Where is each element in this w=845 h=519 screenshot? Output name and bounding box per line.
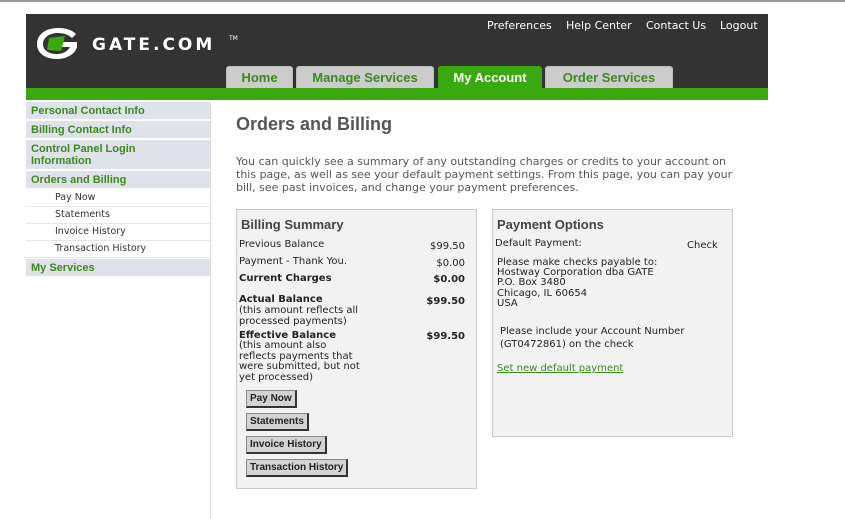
effective-note-line-4: yet processed) <box>239 372 313 384</box>
transaction-history-button[interactable]: Transaction History <box>246 459 349 477</box>
tab-my-account[interactable]: My Account <box>438 66 542 88</box>
sidebar-item-control-panel-line1: Control Panel Login <box>31 143 136 155</box>
default-payment-value: Check <box>687 240 718 251</box>
payment-label: Payment - Thank You. <box>239 256 348 267</box>
sidebar: Personal Contact Info Billing Contact In… <box>26 102 210 278</box>
previous-balance-label: Previous Balance <box>239 239 325 250</box>
current-charges-label: Current Charges <box>239 273 332 284</box>
intro-line-2: this page, as well as see your default p… <box>236 168 733 182</box>
invoice-history-button[interactable]: Invoice History <box>246 436 327 454</box>
sidebar-item-my-services[interactable]: My Services <box>26 259 210 276</box>
previous-balance-value: $99.50 <box>430 241 465 252</box>
actual-note-line-2: processed payments) <box>239 315 347 327</box>
check-address: Please make checks payable to: Hostway C… <box>497 257 657 309</box>
top-rule <box>0 0 845 2</box>
logo-trademark: TM <box>229 35 238 42</box>
account-note-line-2: (GT0472861) on the check <box>500 339 634 350</box>
payment-value: $0.00 <box>436 258 465 269</box>
intro-text: You can quickly see a summary of any out… <box>236 155 761 195</box>
sidebar-item-orders-billing[interactable]: Orders and Billing <box>26 171 210 188</box>
tab-manage-services[interactable]: Manage Services <box>296 66 434 88</box>
logo-text[interactable]: GATE.COM <box>92 35 215 55</box>
account-note-line-1: Please include your Account Number <box>500 326 685 337</box>
sidebar-item-control-panel-line2: Information <box>31 155 92 167</box>
site-header: GATE.COM TM Preferences Help Center Cont… <box>26 14 768 88</box>
billing-summary-title: Billing Summary <box>241 217 344 232</box>
tab-order-services[interactable]: Order Services <box>545 66 673 88</box>
contact-us-link[interactable]: Contact Us <box>646 19 706 32</box>
current-charges-value: $0.00 <box>433 274 465 285</box>
actual-balance-note: (this amount reflects all processed paym… <box>239 305 358 327</box>
sidebar-subitem-statements[interactable]: Statements <box>26 207 210 224</box>
address-line-4: Chicago, IL 60654 <box>497 287 588 299</box>
effective-balance-note: (this amount also reflects payments that… <box>239 340 360 384</box>
pay-now-button[interactable]: Pay Now <box>246 390 297 408</box>
statements-button[interactable]: Statements <box>246 413 309 431</box>
sidebar-subitem-invoice-history[interactable]: Invoice History <box>26 224 210 241</box>
logout-link[interactable]: Logout <box>720 19 758 32</box>
sidebar-divider <box>210 102 211 519</box>
page-title: Orders and Billing <box>236 114 393 134</box>
default-payment-label: Default Payment: <box>495 238 582 249</box>
gate-logo-icon[interactable] <box>35 25 81 61</box>
effective-balance-value: $99.50 <box>426 331 465 342</box>
nav-green-bar <box>26 88 768 100</box>
account-number-note: Please include your Account Number (GT04… <box>500 325 684 351</box>
intro-line-1: You can quickly see a summary of any out… <box>236 155 726 168</box>
sidebar-subitem-transaction-history[interactable]: Transaction History <box>26 241 210 258</box>
sidebar-item-personal-contact[interactable]: Personal Contact Info <box>26 102 210 119</box>
set-default-payment-link[interactable]: Set new default payment <box>497 363 623 374</box>
actual-balance-label: Actual Balance <box>239 294 323 305</box>
intro-line-3: bill, see past invoices, and change your… <box>236 181 579 195</box>
help-center-link[interactable]: Help Center <box>566 19 632 32</box>
payment-options-title: Payment Options <box>497 217 604 232</box>
address-line-5: USA <box>497 297 518 309</box>
tab-home[interactable]: Home <box>226 66 293 88</box>
sidebar-subitem-pay-now[interactable]: Pay Now <box>26 190 210 207</box>
actual-balance-value: $99.50 <box>426 296 465 307</box>
preferences-link[interactable]: Preferences <box>487 19 552 32</box>
sidebar-item-control-panel-login[interactable]: Control Panel Login Information <box>26 140 210 169</box>
sidebar-item-billing-contact[interactable]: Billing Contact Info <box>26 121 210 138</box>
